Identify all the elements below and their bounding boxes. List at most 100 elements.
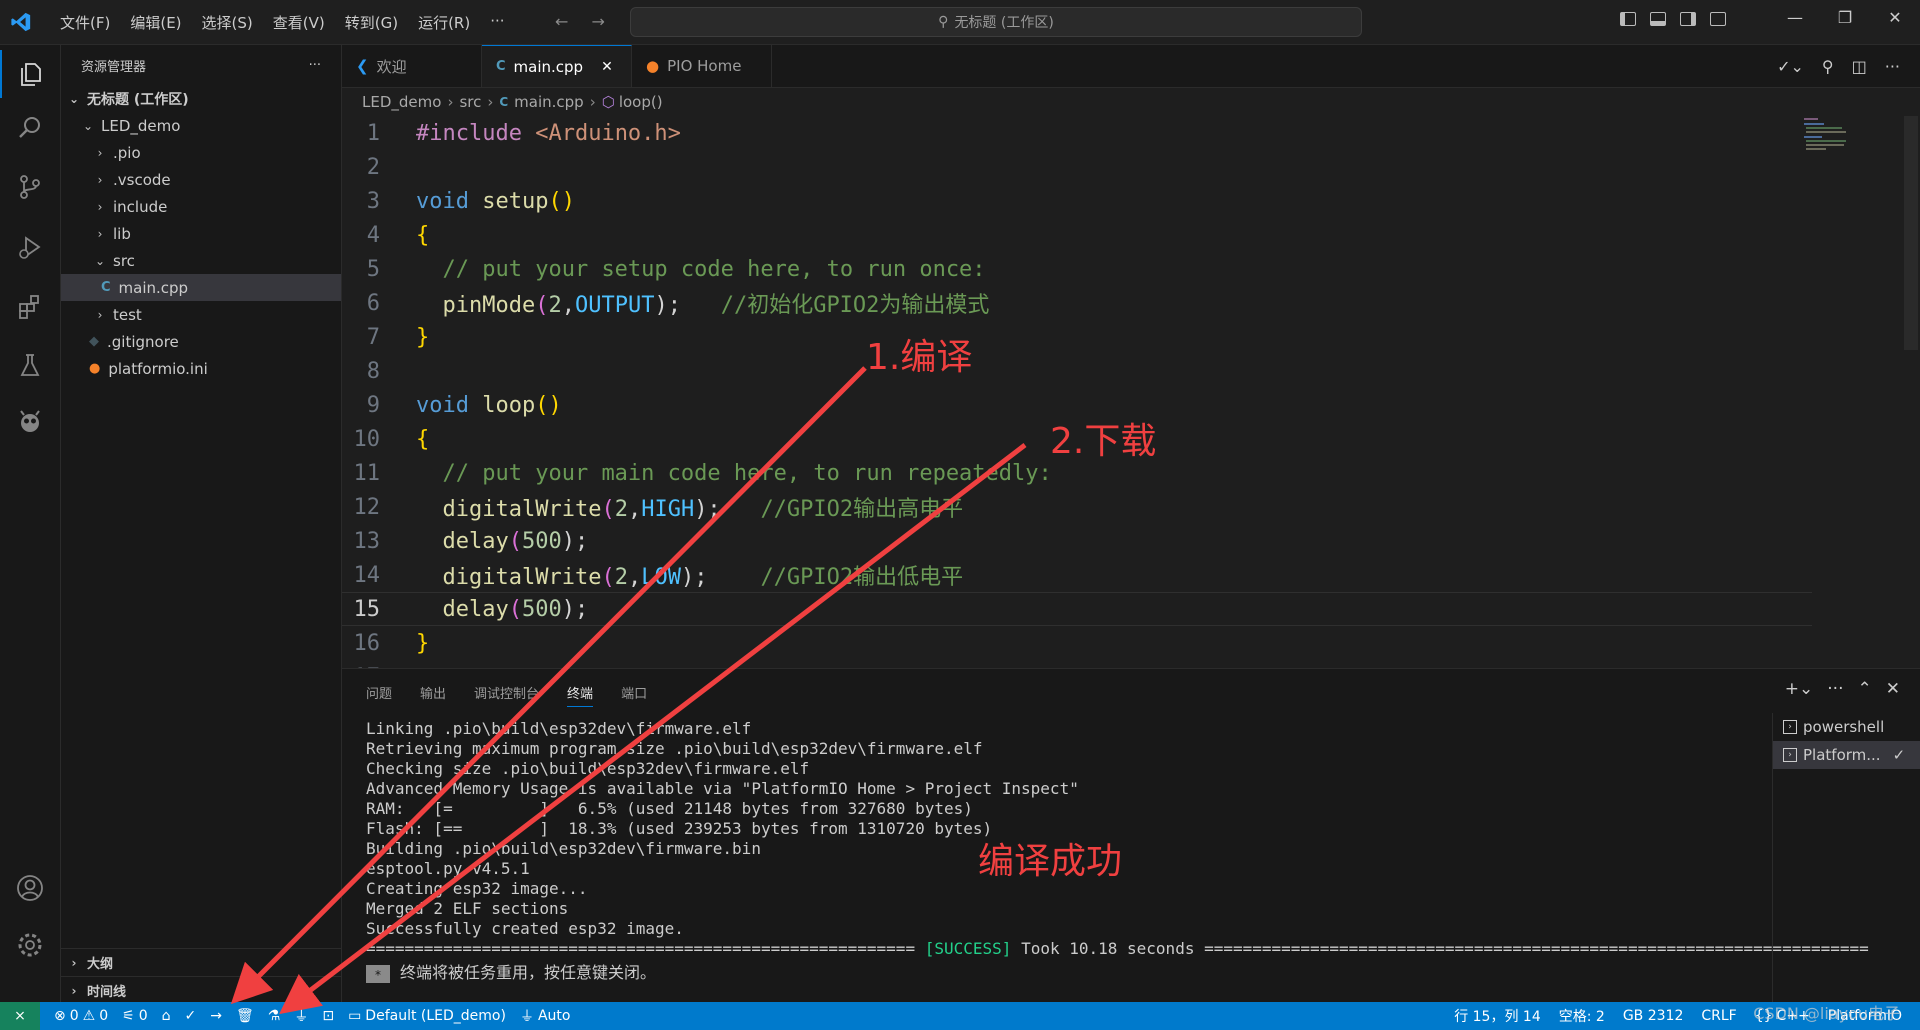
remote-indicator-icon[interactable]: ⨯ bbox=[0, 1002, 40, 1030]
extensions-icon[interactable] bbox=[0, 283, 60, 331]
pio-build-button[interactable]: ✓ bbox=[185, 1008, 197, 1024]
toggle-sidebar-icon[interactable] bbox=[1620, 12, 1636, 26]
pio-port-selector[interactable]: ⏚ Auto bbox=[520, 1006, 571, 1026]
tree-folder-pio[interactable]: › .pio bbox=[61, 139, 341, 166]
new-terminal-icon[interactable]: +⌄ bbox=[1785, 679, 1814, 699]
tab-problems[interactable]: 问题 bbox=[366, 683, 392, 707]
code-token: 2 bbox=[548, 293, 562, 318]
more-actions-icon[interactable]: ··· bbox=[1827, 679, 1843, 699]
tree-folder-include[interactable]: › include bbox=[61, 193, 341, 220]
account-icon[interactable] bbox=[0, 864, 60, 912]
platformio-icon[interactable] bbox=[0, 398, 60, 446]
outline-section[interactable]: › 大纲 bbox=[61, 948, 341, 976]
pio-test-button[interactable]: ⚗ bbox=[268, 1008, 281, 1024]
tree-folder-lib[interactable]: › lib bbox=[61, 220, 341, 247]
toggle-panel-icon[interactable] bbox=[1650, 12, 1666, 26]
tree-file-main-cpp[interactable]: C main.cpp bbox=[61, 274, 341, 301]
line-number: 16 bbox=[353, 630, 381, 656]
source-control-icon[interactable] bbox=[0, 163, 60, 211]
pio-clean-button[interactable]: 🗑 bbox=[236, 1008, 254, 1024]
terminal-line: Retrieving maximum program size .pio\bui… bbox=[366, 739, 983, 758]
tree-folder-vscode[interactable]: › .vscode bbox=[61, 166, 341, 193]
cursor-position[interactable]: 行 15，列 14 bbox=[1454, 1006, 1541, 1026]
terminal-item-powershell[interactable]: › powershell bbox=[1773, 713, 1920, 741]
tree-label: test bbox=[113, 305, 142, 324]
code-token: pinMode bbox=[442, 293, 536, 318]
search-icon[interactable] bbox=[0, 104, 60, 152]
tree-file-gitignore[interactable]: ◆ .gitignore bbox=[61, 328, 341, 355]
terminal-line: Checking size .pio\build\esp32dev\firmwa… bbox=[366, 759, 810, 778]
arrow-right-icon: → bbox=[210, 1008, 222, 1024]
pio-serial-monitor-button[interactable]: ⏚ bbox=[294, 1006, 308, 1026]
terminal-list: › powershell › Platform... ✓ bbox=[1772, 713, 1920, 1003]
pio-terminal-button[interactable]: ⊡ bbox=[322, 1008, 334, 1024]
ports-status[interactable]: ⚟ 0 bbox=[122, 1008, 147, 1024]
checkmark-dropdown-icon[interactable]: ✓⌄ bbox=[1777, 57, 1804, 76]
sidebar-more-button[interactable]: ··· bbox=[309, 58, 321, 73]
testing-icon[interactable] bbox=[0, 341, 60, 389]
code-token: 2 bbox=[614, 497, 628, 522]
encoding[interactable]: GB 2312 bbox=[1623, 1008, 1684, 1024]
chevron-right-icon: › bbox=[71, 983, 77, 998]
line-number: 14 bbox=[353, 562, 381, 588]
pio-env-selector[interactable]: ▭ Default (LED_demo) bbox=[348, 1008, 506, 1024]
menu-go[interactable]: 转到(G) bbox=[335, 12, 408, 33]
code-editor[interactable]: 1 #include <Arduino.h> 2 3 void setup() … bbox=[342, 116, 1902, 668]
breadcrumb-item[interactable]: main.cpp bbox=[514, 93, 584, 111]
menu-file[interactable]: 文件(F) bbox=[50, 12, 120, 33]
end-of-line[interactable]: CRLF bbox=[1701, 1008, 1736, 1024]
tree-file-platformio-ini[interactable]: ● platformio.ini bbox=[61, 355, 341, 382]
split-editor-icon[interactable]: ◫ bbox=[1852, 57, 1867, 76]
restore-icon[interactable]: ❐ bbox=[1820, 8, 1870, 27]
timeline-section[interactable]: › 时间线 bbox=[61, 976, 341, 1004]
minimap[interactable] bbox=[1800, 116, 1860, 156]
pio-home-button[interactable]: ⌂ bbox=[162, 1008, 171, 1024]
command-center-search[interactable]: ⚲ 无标题 (工作区) bbox=[630, 7, 1362, 37]
exit-message: 终端将被任务重用，按任意键关闭。 bbox=[400, 963, 657, 982]
tree-folder-led-demo[interactable]: ⌄ LED_demo bbox=[61, 112, 341, 139]
tab-close-icon[interactable]: ✕ bbox=[601, 59, 613, 75]
tab-ports[interactable]: 端口 bbox=[621, 683, 647, 707]
indentation[interactable]: 空格: 2 bbox=[1559, 1006, 1605, 1026]
tab-label: 欢迎 bbox=[376, 57, 407, 76]
line-number: 5 bbox=[366, 256, 380, 282]
broadcast-icon: ⚟ bbox=[122, 1008, 135, 1024]
customize-layout-icon[interactable] bbox=[1710, 12, 1726, 26]
menu-run[interactable]: 运行(R) bbox=[408, 12, 480, 33]
tab-pio-home[interactable]: ● PIO Home bbox=[632, 45, 772, 87]
tree-folder-test[interactable]: › test bbox=[61, 301, 341, 328]
code-line: 1 #include <Arduino.h> bbox=[342, 116, 1812, 150]
menu-selection[interactable]: 选择(S) bbox=[192, 12, 263, 33]
menu-edit[interactable]: 编辑(E) bbox=[120, 12, 191, 33]
more-actions-icon[interactable]: ··· bbox=[1885, 57, 1900, 76]
workspace-root[interactable]: ⌄ 无标题 (工作区) bbox=[61, 85, 341, 112]
breadcrumb-item[interactable]: src bbox=[459, 93, 481, 111]
tab-main-cpp[interactable]: C main.cpp ✕ bbox=[482, 45, 632, 87]
menu-view[interactable]: 查看(V) bbox=[263, 12, 335, 33]
menu-more[interactable]: ··· bbox=[480, 12, 514, 33]
tab-output[interactable]: 输出 bbox=[420, 683, 446, 707]
run-debug-icon[interactable] bbox=[0, 223, 60, 271]
tree-folder-src[interactable]: ⌄ src bbox=[61, 247, 341, 274]
code-token: digitalWrite bbox=[442, 497, 602, 522]
pio-upload-button[interactable]: → bbox=[210, 1008, 222, 1024]
close-panel-icon[interactable]: ✕ bbox=[1886, 679, 1900, 699]
explorer-icon[interactable] bbox=[0, 50, 60, 98]
tab-terminal[interactable]: 终端 bbox=[567, 683, 594, 707]
close-window-icon[interactable]: ✕ bbox=[1870, 8, 1920, 27]
minimize-icon[interactable]: — bbox=[1770, 8, 1820, 27]
terminal-item-platformio[interactable]: › Platform... ✓ bbox=[1773, 741, 1920, 769]
breadcrumb-item[interactable]: loop() bbox=[619, 93, 663, 111]
forward-arrow-icon[interactable]: → bbox=[592, 12, 605, 31]
settings-gear-icon[interactable] bbox=[0, 921, 60, 969]
sidebar-title: 资源管理器 bbox=[81, 59, 147, 75]
platformio-upload-icon[interactable]: ⚲ bbox=[1822, 57, 1834, 76]
toggle-secondary-sidebar-icon[interactable] bbox=[1680, 12, 1696, 26]
breadcrumb-item[interactable]: LED_demo bbox=[362, 93, 441, 111]
editor-scrollbar[interactable] bbox=[1904, 116, 1918, 350]
tab-debug-console[interactable]: 调试控制台 bbox=[474, 683, 539, 707]
maximize-panel-icon[interactable]: ⌃ bbox=[1858, 679, 1872, 699]
tab-welcome[interactable]: ❮ 欢迎 bbox=[342, 45, 482, 87]
problems-status[interactable]: ⊗ 0 ⚠ 0 bbox=[54, 1008, 108, 1024]
back-arrow-icon[interactable]: ← bbox=[555, 12, 568, 31]
